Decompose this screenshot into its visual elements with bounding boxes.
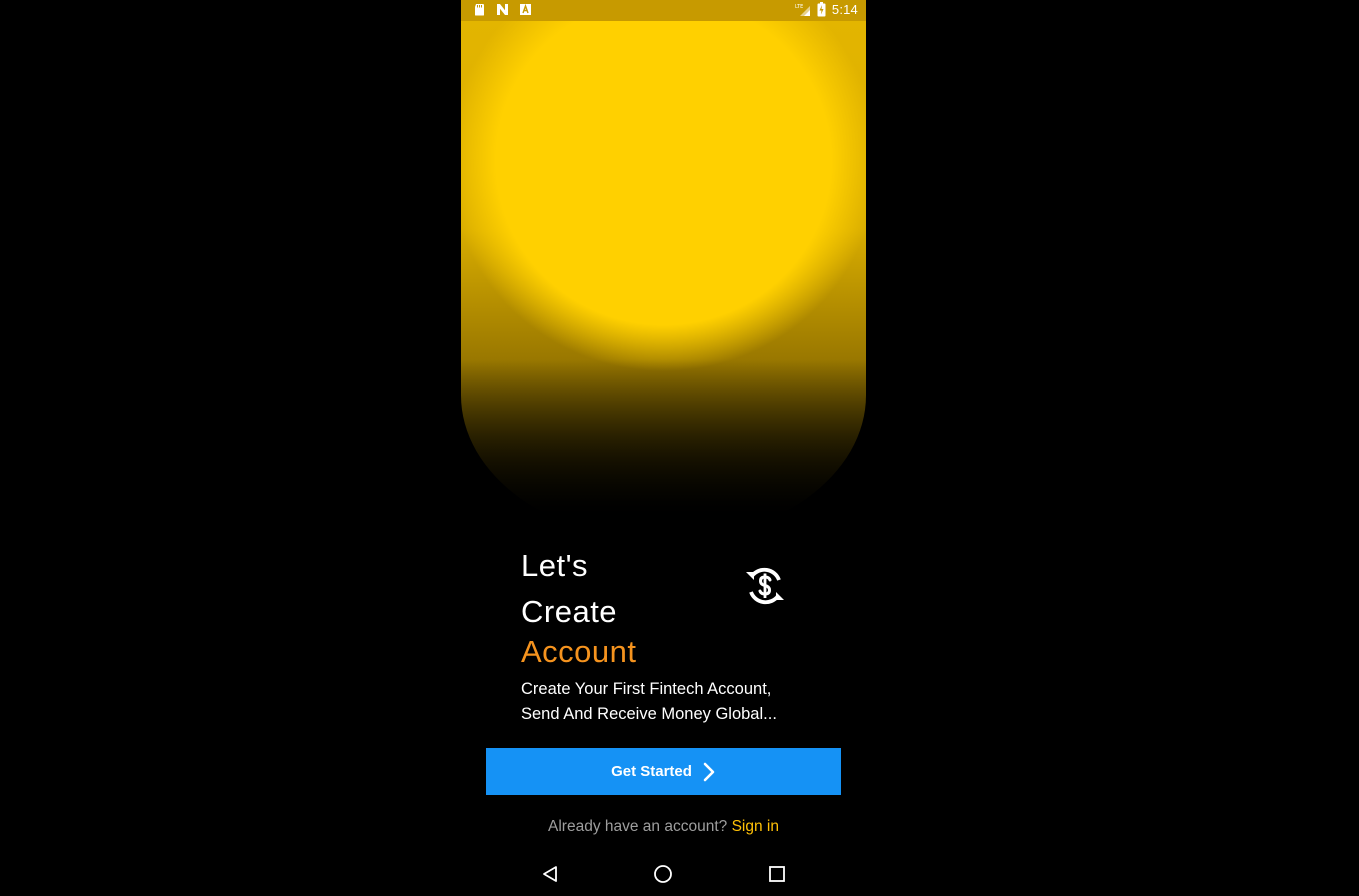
- system-nav-bar: [461, 852, 866, 896]
- status-left-icons: [473, 3, 532, 16]
- currency-exchange-icon: [746, 567, 784, 605]
- signin-row: Already have an account? Sign in: [461, 818, 866, 836]
- status-time: 5:14: [831, 2, 858, 17]
- n-notification-icon: [497, 4, 508, 15]
- back-icon[interactable]: [540, 864, 560, 884]
- subtitle-line-2: Send And Receive Money Global...: [521, 705, 777, 723]
- a-notification-icon: [520, 3, 531, 15]
- status-bar: LTE 5:14: [461, 0, 866, 21]
- status-right-icons: LTE 5:14: [795, 2, 858, 17]
- title-line-2: Create: [521, 594, 618, 629]
- home-icon[interactable]: [653, 864, 673, 884]
- get-started-button[interactable]: Get Started: [486, 748, 841, 795]
- battery-charging-icon: [817, 2, 826, 17]
- subtitle-line-1: Create Your First Fintech Account,: [521, 680, 772, 698]
- recents-icon[interactable]: [767, 864, 787, 884]
- sd-card-icon: [475, 4, 484, 16]
- title-line-1: Let's: [521, 548, 589, 583]
- title-line-accent: Account: [521, 634, 637, 669]
- sign-in-link[interactable]: Sign in: [732, 818, 779, 835]
- hero-glow-fade: [461, 360, 866, 540]
- get-started-label: Get Started: [611, 763, 692, 780]
- lte-signal-icon: LTE: [795, 4, 810, 16]
- subtitle: Create Your First Fintech Account, Send …: [521, 677, 821, 727]
- phone-screen: LTE 5:14 Let's Create Account Create You…: [461, 0, 866, 896]
- svg-text:LTE: LTE: [795, 4, 803, 10]
- signin-prompt: Already have an account?: [548, 818, 728, 835]
- chevron-right-icon: [703, 762, 715, 781]
